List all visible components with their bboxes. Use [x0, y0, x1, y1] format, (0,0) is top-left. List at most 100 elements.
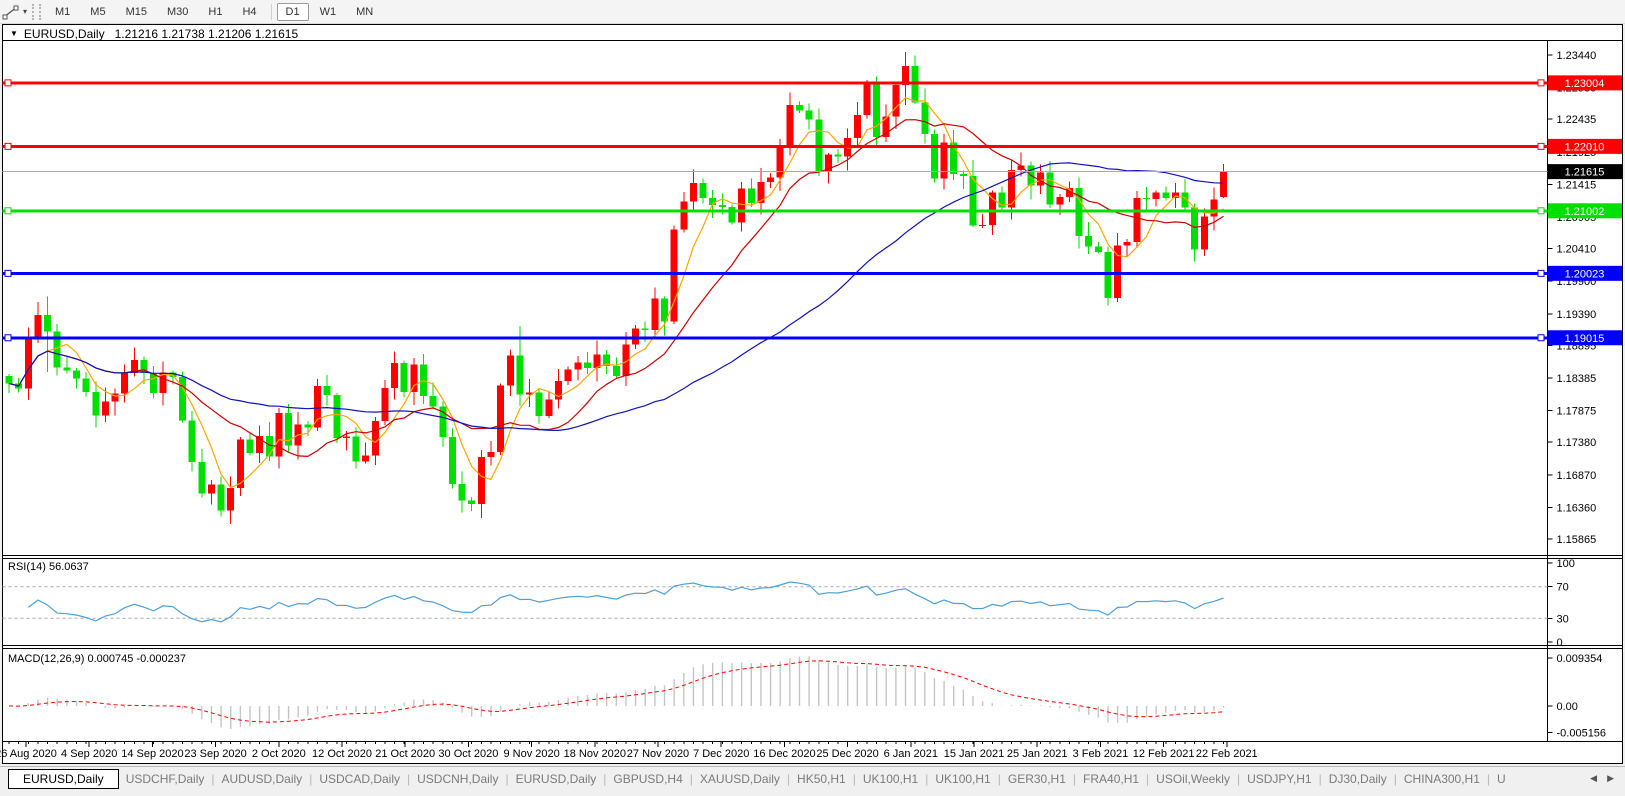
- chart-tab-china300-h1[interactable]: CHINA300,H1: [1397, 770, 1487, 788]
- timeframe-button-m1[interactable]: M1: [46, 3, 79, 21]
- candle-body: [806, 111, 813, 120]
- candle-body: [304, 424, 311, 427]
- chart-tab-xauusd-daily[interactable]: XAUUSD,Daily: [693, 770, 787, 788]
- candle-body: [1211, 199, 1218, 216]
- candle-body: [854, 115, 861, 138]
- chart-window-frame: [3, 25, 1623, 764]
- svg-text:1.19390: 1.19390: [1557, 309, 1597, 321]
- line-drag-marker[interactable]: [5, 208, 11, 214]
- candle-body: [892, 85, 899, 116]
- candle-body: [921, 102, 928, 134]
- timeframe-button-m15[interactable]: M15: [117, 3, 156, 21]
- candle-body: [1133, 198, 1140, 242]
- chart-tab-usoil-weekly[interactable]: USOil,Weekly: [1149, 770, 1237, 788]
- line-tool-cluster[interactable]: ▾: [0, 4, 30, 20]
- candle-body: [651, 298, 658, 329]
- candle-body: [777, 148, 784, 178]
- svg-text:1.23004: 1.23004: [1565, 78, 1605, 90]
- timeframe-button-d1[interactable]: D1: [277, 3, 309, 21]
- timeframe-button-h1[interactable]: H1: [199, 3, 231, 21]
- candle-body: [1143, 198, 1150, 199]
- candle-body: [1047, 173, 1054, 205]
- chart-menu-triangle-icon[interactable]: ▼: [10, 29, 18, 38]
- chart-tab-uk100-h1[interactable]: UK100,H1: [928, 770, 997, 788]
- svg-text:1.17875: 1.17875: [1557, 406, 1597, 418]
- tab-scroll-right-icon[interactable]: ▶: [1602, 771, 1619, 786]
- timeframe-button-m5[interactable]: M5: [81, 3, 114, 21]
- candle-body: [1153, 192, 1160, 198]
- candle-body: [468, 500, 475, 504]
- chart-tab-eurusd-daily[interactable]: EURUSD,Daily: [8, 769, 119, 789]
- svg-text:30: 30: [1557, 613, 1569, 625]
- line-drag-marker[interactable]: [5, 80, 11, 86]
- candle-body: [1201, 217, 1208, 250]
- date-label: 21 Oct 2020: [375, 748, 435, 760]
- candle-body: [25, 337, 32, 389]
- candle-body: [680, 201, 687, 229]
- chart-tab-uk100-h1[interactable]: UK100,H1: [856, 770, 925, 788]
- candle-body: [1172, 192, 1179, 198]
- candle-body: [63, 367, 70, 370]
- svg-text:100: 100: [1557, 558, 1575, 570]
- svg-text:1.19015: 1.19015: [1565, 333, 1605, 345]
- mt4-terminal: 1.234401.229301.224351.219251.214151.209…: [0, 0, 1625, 796]
- candle-body: [275, 413, 282, 456]
- timeframe-button-mn[interactable]: MN: [347, 3, 382, 21]
- chart-tab-dj30-daily[interactable]: DJ30,Daily: [1322, 770, 1394, 788]
- candle-body: [343, 436, 350, 437]
- candle-body: [227, 488, 234, 510]
- timeframe-button-w1[interactable]: W1: [311, 3, 346, 21]
- candle-body: [516, 355, 523, 394]
- svg-text:1.18385: 1.18385: [1557, 373, 1597, 385]
- timeframe-button-m30[interactable]: M30: [158, 3, 197, 21]
- candle-body: [324, 386, 331, 395]
- line-drag-marker[interactable]: [1538, 335, 1544, 341]
- candle-body: [1162, 192, 1169, 198]
- svg-text:1.17380: 1.17380: [1557, 437, 1597, 449]
- candle-body: [767, 178, 774, 182]
- candle-body: [690, 183, 697, 202]
- candle-body: [1124, 242, 1131, 245]
- chart-tab-ger30-h1[interactable]: GER30,H1: [1001, 770, 1073, 788]
- chart-canvas[interactable]: 1.234401.229301.224351.219251.214151.209…: [0, 0, 1625, 796]
- svg-text:1.22010: 1.22010: [1565, 141, 1605, 153]
- chart-tab-hk50-h1[interactable]: HK50,H1: [790, 770, 853, 788]
- candle-body: [565, 369, 572, 381]
- rsi-indicator-label: RSI(14) 56.0637: [8, 561, 89, 573]
- toolbar-grip-handle[interactable]: [32, 4, 41, 20]
- candle-body: [1056, 197, 1063, 205]
- chart-tab-audusd-daily[interactable]: AUDUSD,Daily: [215, 770, 310, 788]
- candle-body: [381, 388, 388, 421]
- chart-tab-gbpusd-h4[interactable]: GBPUSD,H4: [606, 770, 689, 788]
- line-drag-marker[interactable]: [1538, 270, 1544, 276]
- tab-scroll-left-icon[interactable]: ◀: [1585, 771, 1602, 786]
- chart-tab-usdchf-daily[interactable]: USDCHF,Daily: [119, 770, 212, 788]
- chart-title-bar: ▼ EURUSD,Daily 1.21216 1.21738 1.21206 1…: [3, 26, 1543, 41]
- line-drag-marker[interactable]: [1538, 143, 1544, 149]
- date-label: 15 Jan 2021: [944, 748, 1005, 760]
- date-label: 4 Sep 2020: [61, 748, 117, 760]
- timeframe-button-h4[interactable]: H4: [233, 3, 265, 21]
- candle-body: [391, 363, 398, 388]
- line-drag-marker[interactable]: [5, 335, 11, 341]
- chart-tab-u[interactable]: U: [1490, 770, 1513, 788]
- line-drag-marker[interactable]: [5, 270, 11, 276]
- line-studies-icon[interactable]: [2, 4, 20, 20]
- line-drag-marker[interactable]: [1538, 208, 1544, 214]
- chart-tab-usdcnh-daily[interactable]: USDCNH,Daily: [410, 770, 505, 788]
- macd-indicator-label: MACD(12,26,9) 0.000745 -0.000237: [8, 653, 186, 665]
- line-drag-marker[interactable]: [5, 143, 11, 149]
- candle-body: [401, 363, 408, 392]
- line-drag-marker[interactable]: [1538, 80, 1544, 86]
- candle-body: [362, 456, 369, 462]
- candle-body: [6, 376, 13, 384]
- chart-tab-usdjpy-h1[interactable]: USDJPY,H1: [1240, 770, 1318, 788]
- svg-text:0.009354: 0.009354: [1557, 653, 1603, 665]
- chart-tab-fra40-h1[interactable]: FRA40,H1: [1076, 770, 1146, 788]
- chart-tab-usdcad-daily[interactable]: USDCAD,Daily: [312, 770, 407, 788]
- chart-tab-eurusd-daily[interactable]: EURUSD,Daily: [509, 770, 604, 788]
- chevron-down-icon[interactable]: ▾: [23, 7, 27, 16]
- timeframe-toolbar: ▾ M1M5M15M30H1H4 D1W1MN: [0, 0, 1625, 24]
- chart-symbol-label: EURUSD,Daily: [24, 27, 105, 41]
- rsi-value: 56.0637: [49, 561, 89, 573]
